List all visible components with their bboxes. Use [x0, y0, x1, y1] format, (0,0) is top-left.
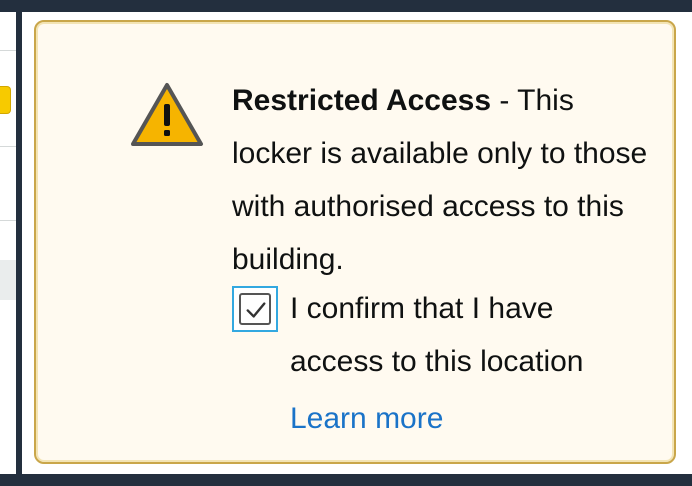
- locker-details-card: Restricted Access - This locker is avail…: [22, 12, 692, 474]
- confirm-access-row: I confirm that I have access to this loc…: [232, 286, 652, 392]
- confirm-access-checkbox[interactable]: [232, 286, 278, 332]
- confirm-access-label[interactable]: I confirm that I have access to this loc…: [290, 282, 650, 388]
- screen: Restricted Access - This locker is avail…: [0, 0, 692, 486]
- checkmark-icon: [246, 302, 266, 318]
- divider: [0, 50, 16, 51]
- selected-item-indicator: [0, 86, 11, 114]
- checkbox-box: [239, 293, 271, 325]
- divider: [0, 146, 16, 147]
- alert-message: Restricted Access - This locker is avail…: [232, 74, 652, 286]
- alert-content: Restricted Access - This locker is avail…: [232, 74, 652, 445]
- divider: [0, 220, 16, 221]
- list-item: [0, 260, 16, 300]
- warning-triangle-icon: [131, 83, 203, 146]
- restricted-access-alert: Restricted Access - This locker is avail…: [34, 20, 676, 464]
- alert-title: Restricted Access: [232, 84, 492, 117]
- left-panel-edge: [0, 12, 16, 474]
- learn-more-link[interactable]: Learn more: [290, 392, 652, 445]
